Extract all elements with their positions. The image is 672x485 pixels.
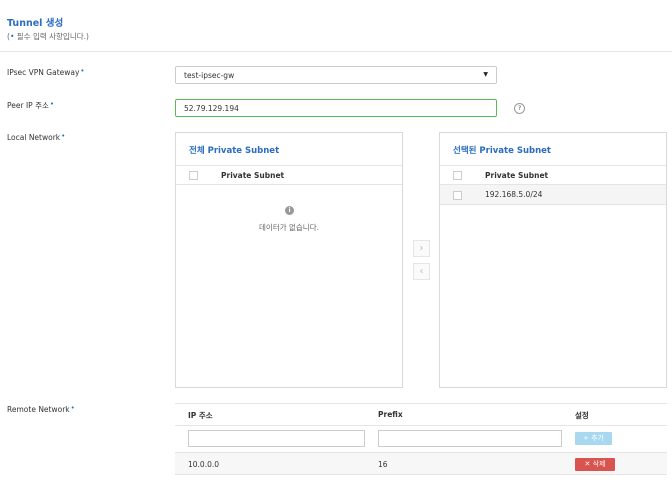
- column-prefix: Prefix: [378, 410, 403, 419]
- all-subnet-header: Private Subnet: [176, 165, 402, 185]
- all-subnet-column: Private Subnet: [221, 171, 285, 180]
- peer-ip-label-text: Peer IP 주소: [7, 101, 49, 110]
- peer-ip-value: 52.79.129.194: [184, 104, 239, 113]
- required-mark: •: [70, 404, 75, 412]
- remote-network-label-text: Remote Network: [7, 405, 70, 414]
- select-all-checkbox[interactable]: [453, 171, 462, 180]
- selected-subnet-panel: 선택된 Private Subnet Private Subnet 192.16…: [439, 132, 667, 388]
- peer-ip-input[interactable]: 52.79.129.194: [175, 99, 497, 117]
- gateway-label-text: IPsec VPN Gateway: [7, 68, 80, 77]
- selected-subnet-title: 선택된 Private Subnet: [453, 146, 551, 156]
- gateway-select[interactable]: test-ipsec-gw ▼: [175, 66, 497, 84]
- selected-subnet-header: Private Subnet: [440, 165, 666, 185]
- list-item[interactable]: 192.168.5.0/24: [440, 185, 666, 205]
- required-mark: •: [80, 67, 85, 75]
- row-ip: 10.0.0.0: [188, 460, 220, 469]
- required-note: (• 필수 입력 사항입니다.): [7, 31, 89, 42]
- prefix-input[interactable]: [378, 430, 562, 447]
- remote-network-label: Remote Network•: [7, 404, 75, 414]
- move-left-button[interactable]: ‹: [413, 263, 430, 280]
- all-subnet-panel: 전체 Private Subnet Private Subnet i 데이터가 …: [175, 132, 403, 388]
- peer-ip-label: Peer IP 주소•: [7, 100, 54, 111]
- row-checkbox[interactable]: [453, 191, 462, 200]
- ip-input[interactable]: [188, 430, 365, 447]
- gateway-label: IPsec VPN Gateway•: [7, 67, 85, 77]
- column-ip: IP 주소: [188, 411, 213, 420]
- subnet-cidr: 192.168.5.0/24: [485, 190, 543, 199]
- all-subnet-title: 전체 Private Subnet: [189, 146, 280, 156]
- add-button[interactable]: + 추가: [575, 432, 612, 445]
- caret-down-icon: ▼: [483, 71, 488, 78]
- local-network-label: Local Network•: [7, 132, 66, 142]
- required-note-text: 필수 입력 사항입니다.): [14, 32, 89, 41]
- select-all-checkbox[interactable]: [189, 171, 198, 180]
- move-right-button[interactable]: ›: [413, 240, 430, 257]
- table-row: 10.0.0.0 16 ✕ 삭제: [175, 452, 667, 475]
- remote-network-table: IP 주소 Prefix 설정 + 추가 10.0.0.0 16 ✕ 삭제: [175, 403, 667, 475]
- row-prefix: 16: [378, 460, 388, 469]
- delete-button[interactable]: ✕ 삭제: [575, 458, 615, 471]
- page-header: Tunnel 생성 (• 필수 입력 사항입니다.): [0, 0, 672, 52]
- info-icon: i: [285, 206, 294, 215]
- header-divider: [175, 425, 667, 426]
- gateway-select-value: test-ipsec-gw: [184, 71, 235, 80]
- page-title: Tunnel 생성: [7, 18, 64, 29]
- required-mark: •: [61, 132, 66, 140]
- empty-message: 데이터가 없습니다.: [259, 223, 319, 232]
- help-icon[interactable]: ?: [514, 103, 525, 114]
- required-mark: •: [49, 100, 55, 108]
- selected-subnet-column: Private Subnet: [485, 171, 549, 180]
- local-network-label-text: Local Network: [7, 133, 61, 142]
- column-setting: 설정: [575, 411, 589, 420]
